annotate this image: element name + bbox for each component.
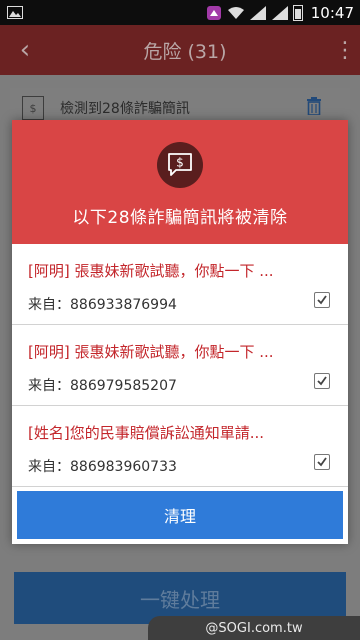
dialog-title: 以下28條詐騙簡訊將被清除 — [72, 208, 288, 228]
message-sender: 来自：886933876994 — [28, 297, 177, 313]
clean-button[interactable]: 清理 — [17, 491, 343, 539]
message-checkbox[interactable] — [314, 292, 330, 308]
image-icon — [6, 6, 24, 20]
money-document-icon: $ — [22, 96, 44, 120]
signal-icon — [271, 5, 289, 20]
sms-money-icon: $ — [157, 142, 203, 188]
battery-icon — [292, 4, 303, 21]
message-checkbox[interactable] — [314, 373, 330, 389]
wifi-icon — [227, 6, 245, 20]
trash-icon — [306, 96, 322, 120]
message-checkbox[interactable] — [314, 454, 330, 470]
message-item[interactable]: [阿明] 張惠妹新歌試聽，你點一下 ... 来自：886933876994 — [12, 244, 348, 325]
signal-icon — [249, 5, 267, 20]
status-bar: 10:47 — [0, 0, 360, 25]
dialog-header: $ 以下28條詐騙簡訊將被清除 — [12, 120, 348, 244]
message-item[interactable]: [阿明] 張惠妹新歌試聽，你點一下 ... 来自：886979585207 — [12, 325, 348, 406]
message-item[interactable]: [姓名]您的民事賠償訴訟通知單請... 来自：886983960733 — [12, 406, 348, 487]
app-bar: ‹ 危险 (31) ⋮ — [0, 25, 360, 75]
message-text: [阿明] 張惠妹新歌試聽，你點一下 ... — [28, 343, 274, 361]
back-arrow-icon[interactable]: ‹ — [0, 35, 50, 65]
more-options-icon[interactable]: ⋮ — [330, 38, 360, 63]
page-title: 危险 (31) — [143, 40, 227, 63]
notification-icon — [205, 5, 223, 20]
message-text: [阿明] 張惠妹新歌試聽，你點一下 ... — [28, 262, 274, 280]
summary-text: 檢測到28條詐騙簡訊 — [60, 101, 190, 117]
svg-text:$: $ — [176, 156, 184, 170]
watermark: @SOGI.com.tw — [148, 616, 360, 640]
clear-scam-messages-dialog: $ 以下28條詐騙簡訊將被清除 [阿明] 張惠妹新歌試聽，你點一下 ... 来自… — [12, 120, 348, 544]
message-text: [姓名]您的民事賠償訴訟通知單請... — [28, 424, 265, 442]
status-time: 10:47 — [310, 3, 354, 22]
message-sender: 来自：886979585207 — [28, 378, 177, 394]
message-sender: 来自：886983960733 — [28, 459, 177, 475]
